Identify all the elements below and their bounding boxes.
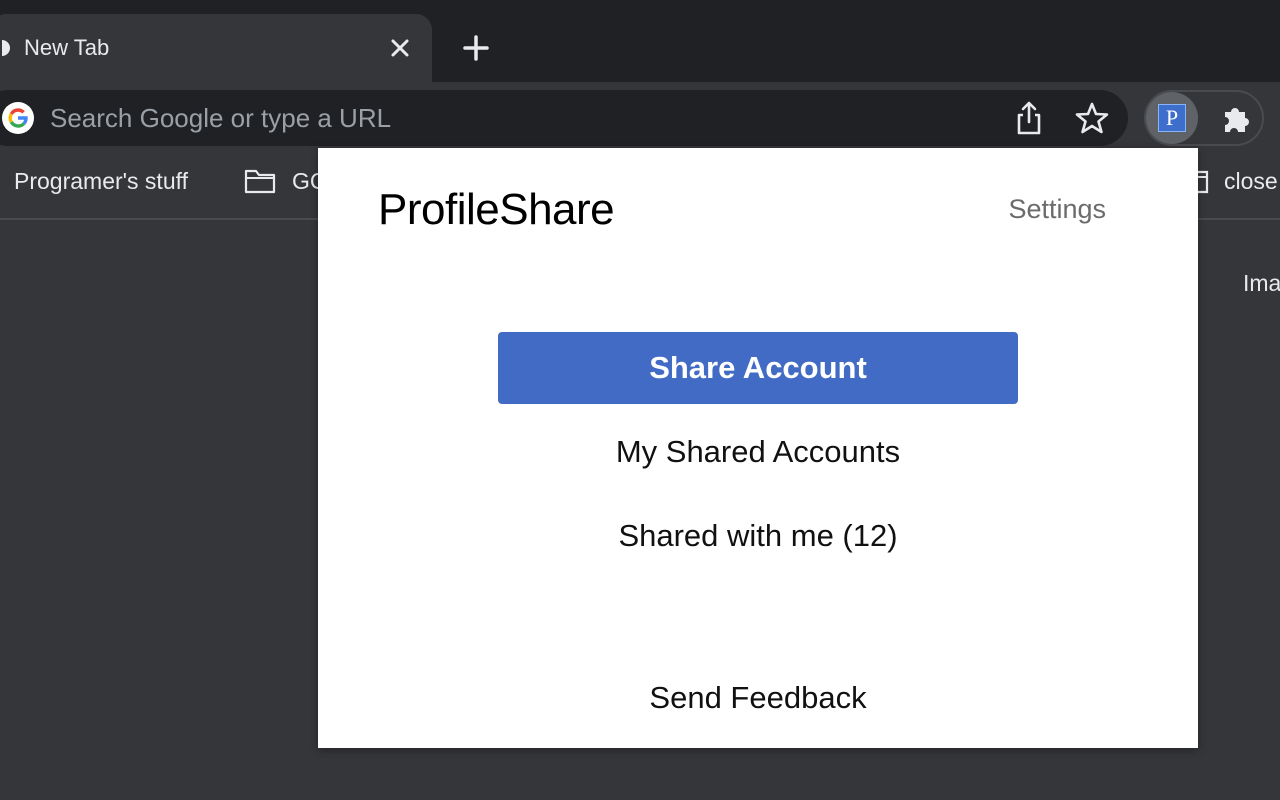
folder-icon <box>244 169 276 194</box>
popup-title: ProfileShare <box>378 185 615 234</box>
star-icon[interactable] <box>1074 101 1110 135</box>
bookmark-programers-stuff[interactable]: Programer's stuff <box>14 166 188 196</box>
profileshare-extension-icon: P <box>1158 104 1186 132</box>
omnibox-input[interactable] <box>50 100 950 136</box>
google-logo-icon <box>2 102 34 134</box>
my-shared-accounts-link[interactable]: My Shared Accounts <box>498 432 1018 472</box>
ntp-link-images[interactable]: Ima <box>1243 268 1280 298</box>
share-account-button[interactable]: Share Account <box>498 332 1018 404</box>
favicon-icon <box>2 40 10 56</box>
tab-title: New Tab <box>24 35 110 60</box>
profileshare-popup: ProfileShare Settings Share Account My S… <box>318 148 1198 748</box>
close-icon[interactable] <box>386 34 414 62</box>
settings-link[interactable]: Settings <box>1008 192 1106 226</box>
share-icon[interactable] <box>1012 100 1046 136</box>
send-feedback-link[interactable]: Send Feedback <box>498 678 1018 718</box>
plus-icon[interactable] <box>460 32 492 64</box>
puzzle-icon[interactable] <box>1220 102 1252 134</box>
shared-with-me-link[interactable]: Shared with me (12) <box>498 516 1018 556</box>
bookmark-close[interactable]: close <box>1224 166 1278 196</box>
